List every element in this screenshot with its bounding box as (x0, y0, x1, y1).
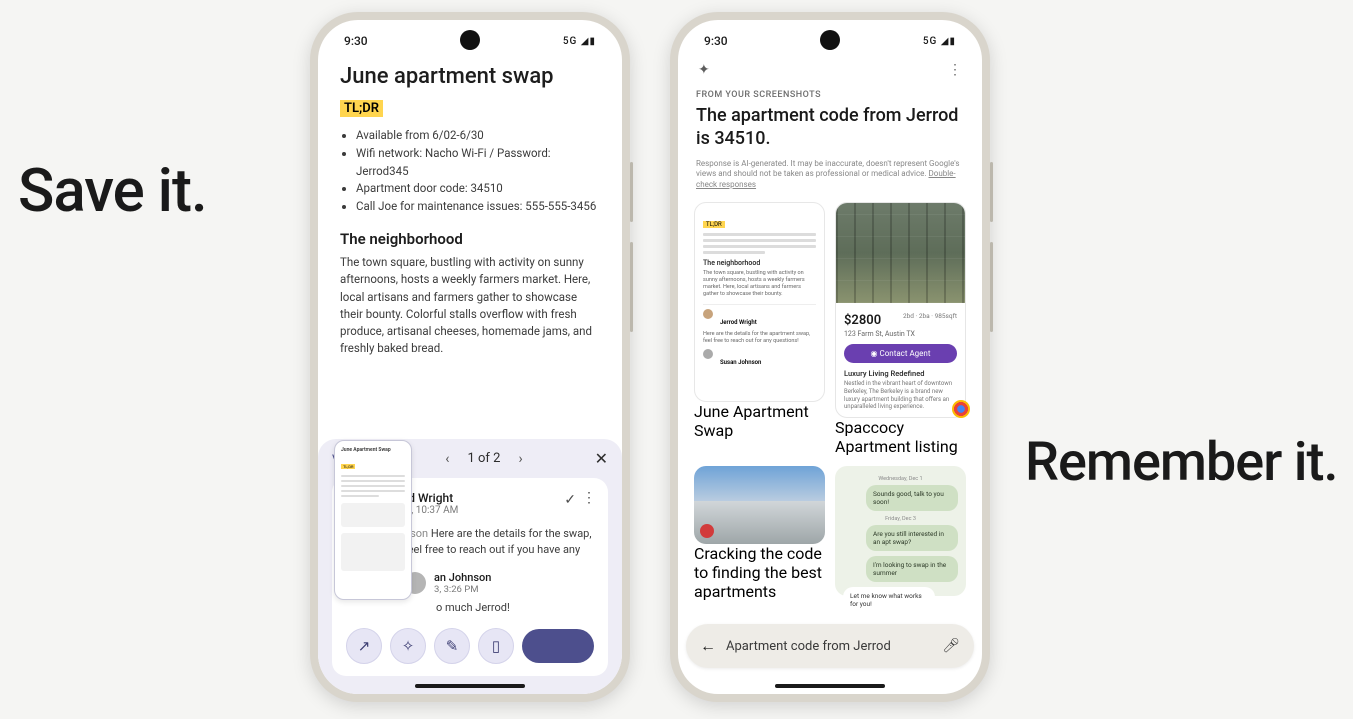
avatar (703, 309, 713, 319)
section-paragraph: The town square, bustling with activity … (340, 254, 600, 358)
prev-page-icon[interactable]: ‹ (445, 451, 449, 467)
listing-address: 123 Farm St, Austin TX (844, 330, 957, 338)
contact-agent-button[interactable]: ◉ Contact Agent (844, 344, 957, 363)
result-label: Cracking the code to finding the best ap… (694, 544, 825, 601)
primary-action-button[interactable] (522, 629, 594, 663)
results-grid: TL;DR The neighborhood The town square, … (678, 190, 982, 601)
phone1-screen: 9:30 5G ◢▮ June apartment swap TL;DR Ava… (318, 20, 622, 694)
thumb-tldr-badge: TL;DR (703, 221, 725, 228)
chat-timestamp: Wednesday, Dec 1 (843, 476, 958, 482)
more-icon[interactable]: ⋮ (582, 490, 596, 506)
delete-icon[interactable]: ▯ (478, 628, 514, 664)
status-icons: 5G ◢▮ (923, 36, 956, 47)
note-content: June apartment swap TL;DR Available from… (318, 54, 622, 358)
check-icon[interactable]: ✓ (564, 492, 576, 508)
camera-cutout (460, 30, 480, 50)
tldr-badge: TL;DR (340, 100, 383, 117)
reply-body: o much Jerrod! (346, 601, 594, 614)
listing-desc-heading: Luxury Living Redefined (844, 369, 957, 378)
thumb-sender: Jerrod Wright (720, 319, 757, 326)
chrome-badge-icon (952, 400, 970, 418)
chat-bubble: Sounds good, talk to you soon! (866, 485, 958, 511)
phone-remember: 9:30 5G ◢▮ ✦ ⋮ FROM YOUR SCREENSHOTS The… (670, 12, 990, 702)
thumb-text: The town square, bustling with activity … (703, 270, 816, 299)
ai-disclaimer: Response is AI-generated. It may be inac… (696, 159, 964, 190)
phone2-screen: 9:30 5G ◢▮ ✦ ⋮ FROM YOUR SCREENSHOTS The… (678, 20, 982, 694)
crop-icon[interactable]: ✧ (390, 628, 426, 664)
tagline-remember: Remember it. (1025, 435, 1337, 492)
bullet-item: Apartment door code: 34510 (356, 180, 600, 198)
chat-bubble: Are you still interested in an apt swap? (866, 525, 958, 551)
chat-timestamp: Friday, Dec 3 (843, 516, 958, 522)
avatar (703, 349, 713, 359)
result-card[interactable]: TL;DR The neighborhood The town square, … (694, 202, 825, 456)
bullet-item: Call Joe for maintenance issues: 555-555… (356, 198, 600, 216)
article-image (694, 466, 825, 544)
status-time: 9:30 (704, 34, 728, 48)
result-card[interactable]: $2800 2bd · 2ba · 985sqft 123 Farm St, A… (835, 202, 966, 456)
bullet-item: Wifi network: Nacho Wi-Fi / Password: Je… (356, 145, 600, 181)
note-title: June apartment swap (340, 64, 600, 89)
listing-price: $2800 (844, 313, 881, 328)
listing-image (836, 203, 965, 303)
share-icon[interactable]: ↗ (346, 628, 382, 664)
result-card[interactable]: Wednesday, Dec 1 Sounds good, talk to yo… (835, 466, 966, 601)
more-icon[interactable]: ⋮ (948, 62, 962, 78)
chat-bubble: I'm looking to swap in the summer (866, 556, 958, 582)
status-icons: 5G ◢▮ (563, 36, 596, 47)
result-label: Spaccocy Apartment listing (835, 418, 966, 456)
floating-screenshot-thumb[interactable]: June Apartment Swap TL;DR (334, 440, 412, 600)
listing-meta: 2bd · 2ba · 985sqft (903, 312, 957, 320)
back-icon[interactable]: ← (700, 636, 716, 656)
camera-cutout (820, 30, 840, 50)
status-time: 9:30 (344, 34, 368, 48)
tagline-save: Save it. (18, 155, 207, 226)
result-label: June Apartment Swap (694, 402, 825, 440)
thumb-title: June Apartment Swap (341, 447, 405, 453)
next-page-icon[interactable]: › (518, 451, 522, 467)
home-indicator[interactable] (775, 684, 885, 688)
thumb-heading: The neighborhood (703, 259, 816, 267)
reply-name: an Johnson (434, 571, 491, 584)
sparkle-icon[interactable]: ✦ (698, 62, 710, 78)
result-eyebrow: FROM YOUR SCREENSHOTS (696, 90, 964, 100)
page-indicator: 1 of 2 (467, 451, 500, 466)
close-icon[interactable]: ✕ (595, 449, 608, 468)
edit-icon[interactable]: ✎ (434, 628, 470, 664)
bullet-item: Available from 6/02-6/30 (356, 127, 600, 145)
phone-save: 9:30 5G ◢▮ June apartment swap TL;DR Ava… (310, 12, 630, 702)
ai-answer: The apartment code from Jerrod is 34510. (696, 104, 964, 151)
chat-bubble: Let me know what works for you! (843, 587, 935, 613)
reply-date: 3, 3:26 PM (434, 584, 491, 595)
phone-row: 9:30 5G ◢▮ June apartment swap TL;DR Ava… (310, 12, 990, 702)
action-row: ↗ ✧ ✎ ▯ (346, 628, 594, 664)
search-bar[interactable]: ← Apartment code from Jerrod 🎤︎ (686, 624, 974, 668)
home-indicator[interactable] (415, 684, 525, 688)
tldr-bullets: Available from 6/02-6/30 Wifi network: N… (340, 127, 600, 216)
section-heading: The neighborhood (340, 230, 600, 248)
listing-desc: Nestled in the vibrant heart of downtown… (844, 380, 957, 411)
search-input[interactable]: Apartment code from Jerrod (726, 639, 932, 654)
thumb-reply-name: Susan Johnson (720, 359, 761, 366)
result-card[interactable]: Cracking the code to finding the best ap… (694, 466, 825, 601)
thumb-msg: Here are the details for the apartment s… (703, 331, 816, 345)
mic-icon[interactable]: 🎤︎ (942, 638, 960, 654)
thumb-tldr-badge: TL;DR (341, 464, 355, 469)
